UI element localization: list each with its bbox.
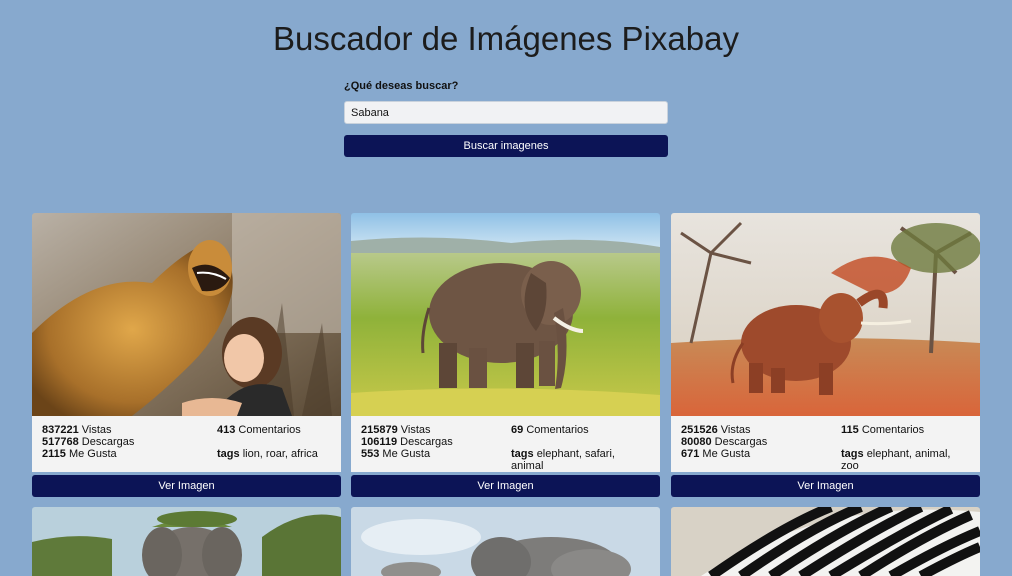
view-image-button[interactable]: Ver Imagen [351,475,660,497]
stat-tags: tags elephant, safari, animal [511,448,615,472]
card-image[interactable] [671,507,980,576]
image-card: 215879 Vistas 106119 Descargas 553 Me Gu… [351,213,660,497]
stat-comments: 115 Comentarios [841,424,925,436]
stat-tags: tags elephant, animal, zoo [841,448,951,472]
image-card [32,507,341,576]
stat-likes: 671 Me Gusta [681,448,751,460]
stat-downloads: 80080 Descargas [681,436,768,448]
stat-comments: 69 Comentarios [511,424,589,436]
image-card [351,507,660,576]
page-title: Buscador de Imágenes Pixabay [273,20,739,57]
card-image[interactable] [32,507,341,576]
card-image[interactable] [351,507,660,576]
card-image[interactable] [32,213,341,416]
image-card: 837221 Vistas 517768 Descargas 2115 Me G… [32,213,341,497]
stat-views: 251526 Vistas [681,424,751,436]
view-image-button[interactable]: Ver Imagen [32,475,341,497]
image-card [671,507,980,576]
search-form: ¿Qué deseas buscar? Buscar imagenes [344,80,668,157]
stat-downloads: 106119 Descargas [361,436,453,448]
card-stats: 837221 Vistas 517768 Descargas 2115 Me G… [32,416,341,472]
stat-views: 215879 Vistas [361,424,431,436]
stat-comments: 413 Comentarios [217,424,301,436]
card-stats: 251526 Vistas 80080 Descargas 671 Me Gus… [671,416,980,472]
view-image-button[interactable]: Ver Imagen [671,475,980,497]
search-label: ¿Qué deseas buscar? [344,80,459,92]
stat-downloads: 517768 Descargas [42,436,135,448]
card-image[interactable] [351,213,660,416]
stat-views: 837221 Vistas [42,424,112,436]
image-card: 251526 Vistas 80080 Descargas 671 Me Gus… [671,213,980,497]
stat-likes: 2115 Me Gusta [42,448,117,460]
stat-likes: 553 Me Gusta [361,448,431,460]
search-button[interactable]: Buscar imagenes [344,135,668,157]
search-input[interactable] [344,101,668,124]
stat-tags: tags lion, roar, africa [217,448,318,460]
card-image[interactable] [671,213,980,416]
card-stats: 215879 Vistas 106119 Descargas 553 Me Gu… [351,416,660,472]
